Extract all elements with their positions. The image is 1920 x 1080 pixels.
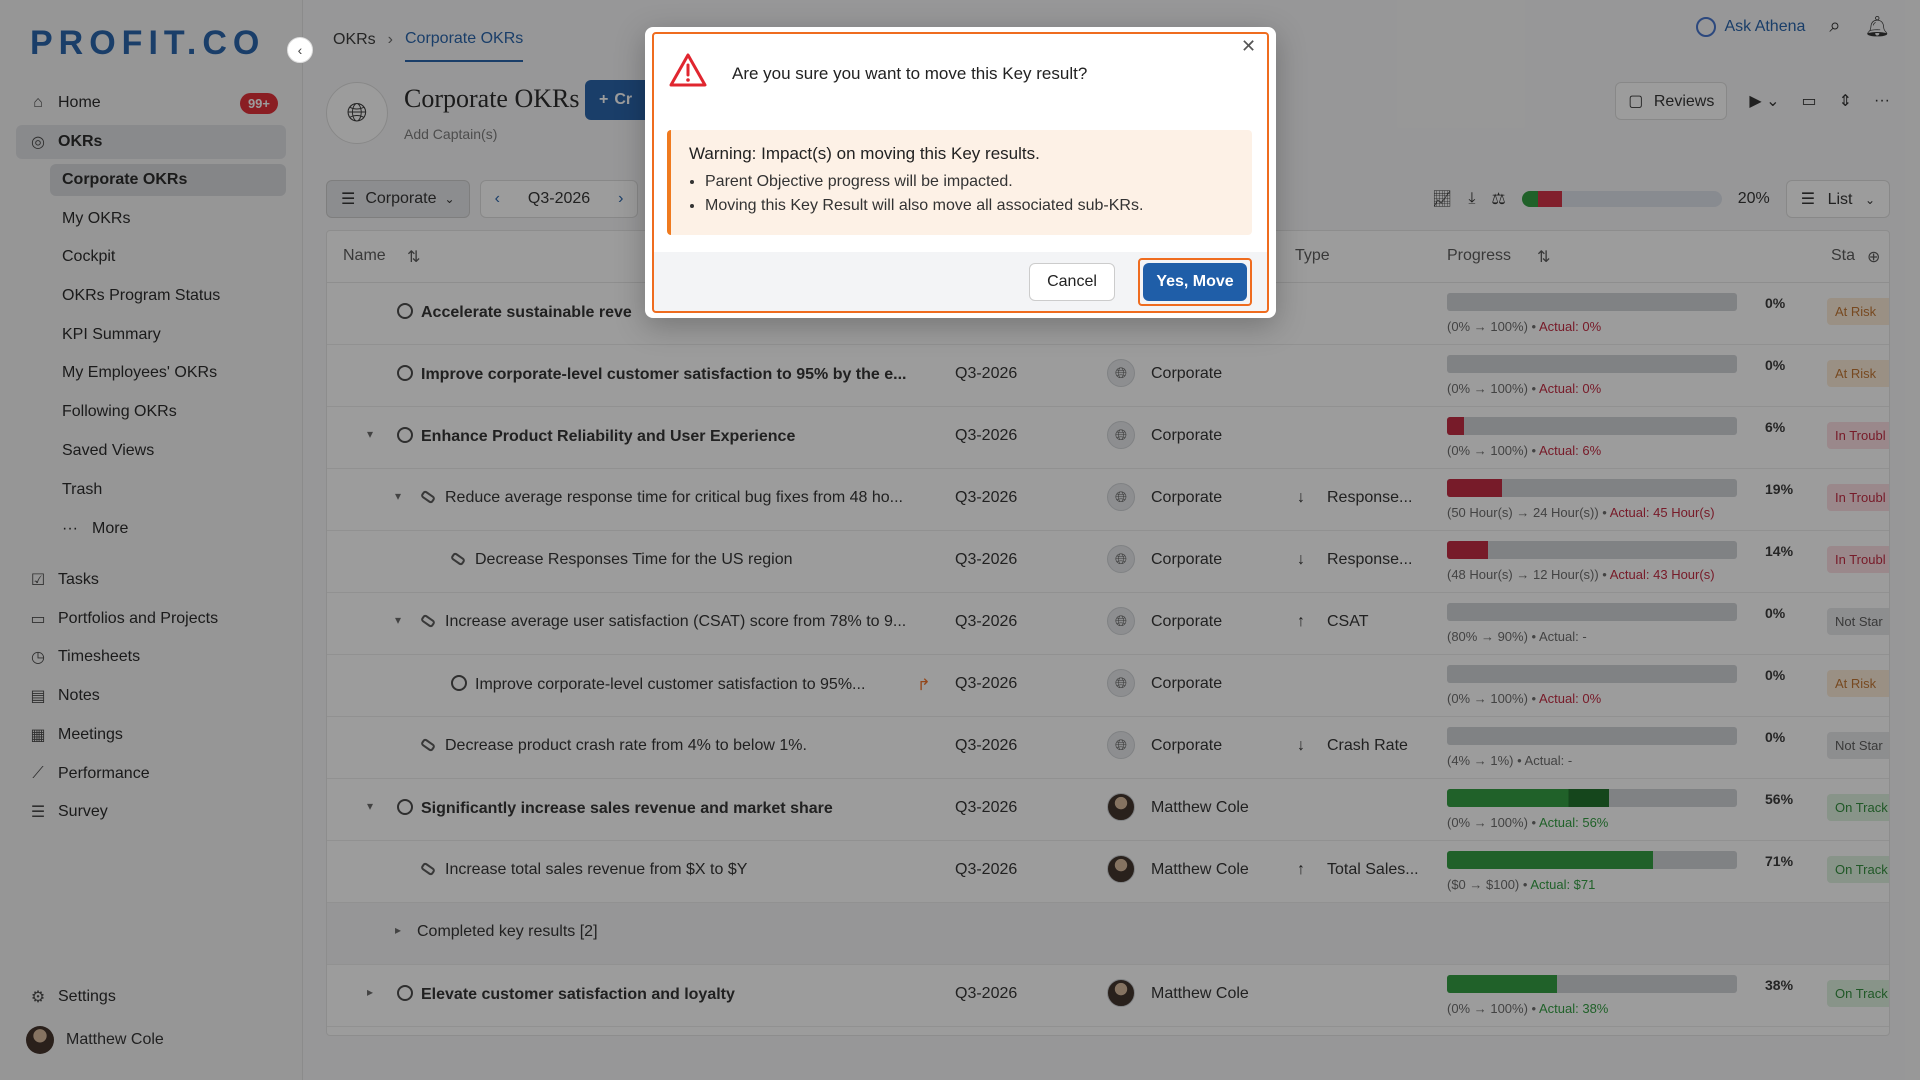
warning-title: Warning: Impact(s) on moving this Key re… [689, 144, 1040, 163]
yes-move-button[interactable]: Yes, Move [1143, 263, 1247, 301]
warning-item: Moving this Key Result will also move al… [705, 194, 1234, 218]
warning-box: Warning: Impact(s) on moving this Key re… [667, 130, 1252, 235]
sidebar-collapse-button[interactable]: ‹ [287, 37, 313, 63]
warning-item: Parent Objective progress will be impact… [705, 170, 1234, 194]
warning-list: Parent Objective progress will be impact… [689, 170, 1234, 218]
dialog-question: Are you sure you want to move this Key r… [732, 64, 1088, 83]
warning-icon [669, 53, 707, 87]
chevron-left-icon: ‹ [297, 42, 303, 58]
cancel-button[interactable]: Cancel [1029, 263, 1115, 301]
close-icon[interactable]: ✕ [1241, 36, 1256, 57]
